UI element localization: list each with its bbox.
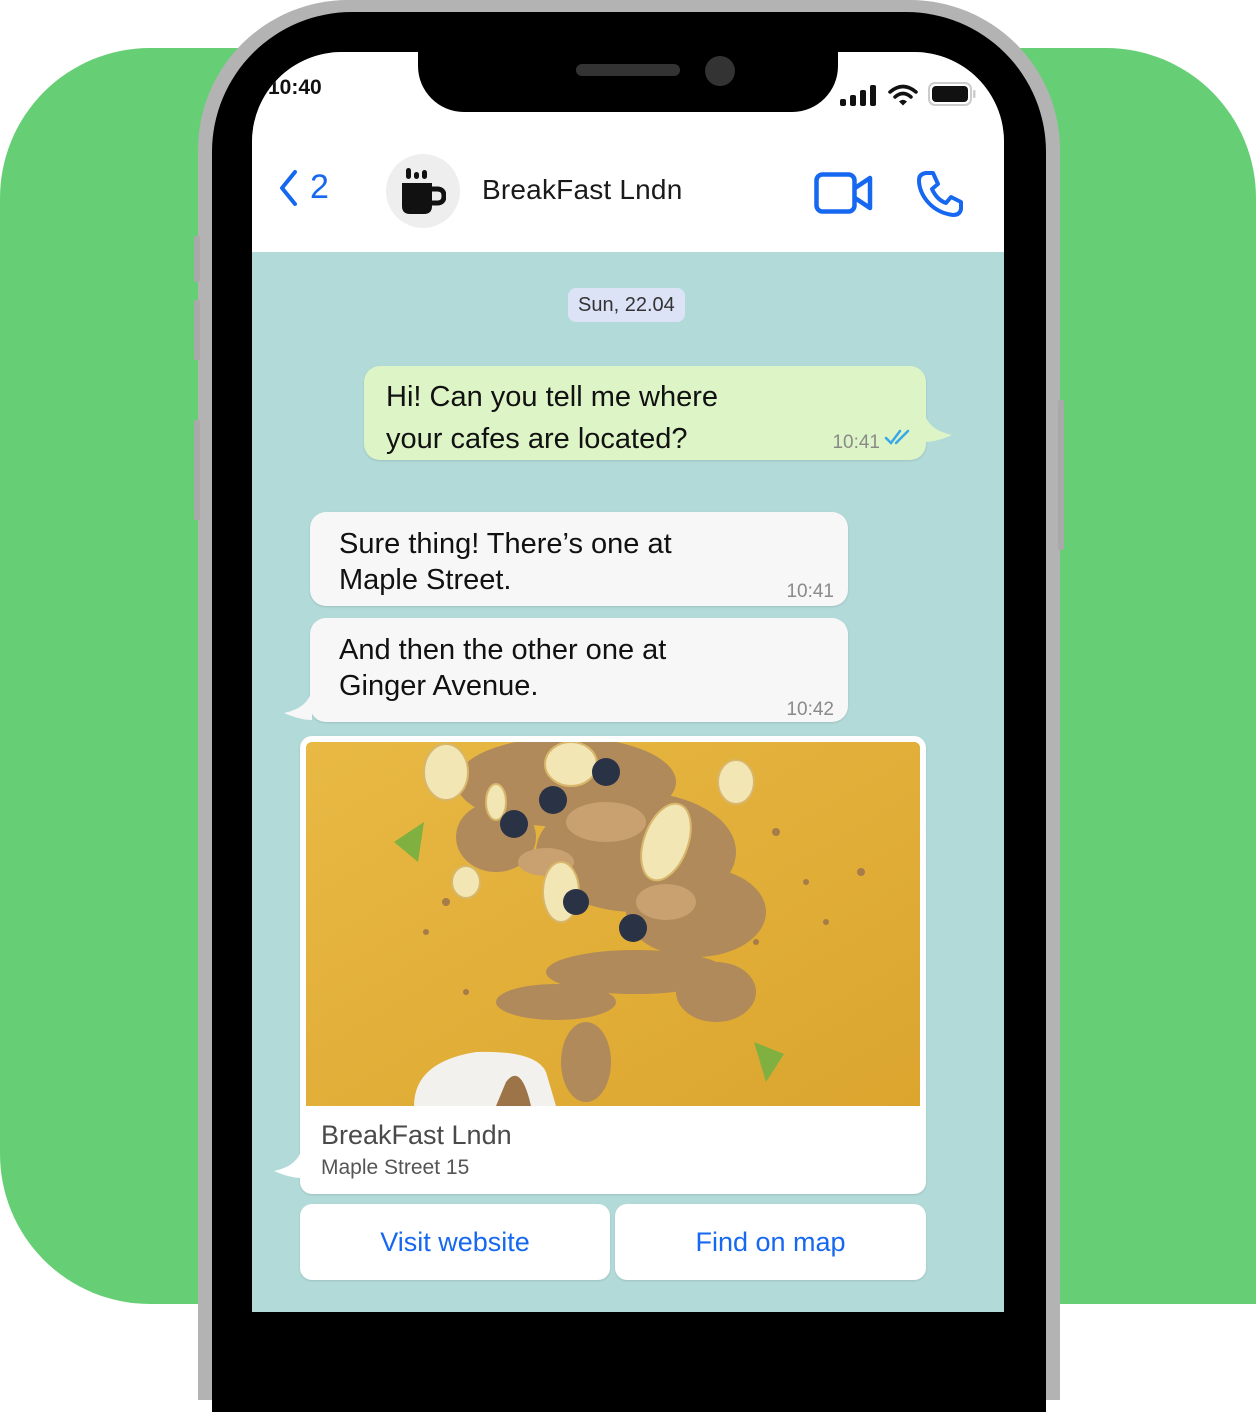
phone-side-button [194, 420, 200, 520]
chevron-left-icon [280, 169, 297, 206]
message-text: And then the other one at Ginger Avenue. [339, 634, 667, 702]
message-text: Sure thing! There’s one at Maple Street. [339, 528, 672, 596]
video-call-button[interactable] [814, 172, 874, 219]
speaker-grille [576, 64, 680, 76]
front-camera [705, 56, 735, 86]
chat-header: 10:40 2 BreakFast Lndn [252, 52, 1004, 252]
message-time: 10:41 [832, 432, 880, 453]
visit-website-button[interactable]: Visit website [300, 1204, 610, 1280]
phone-side-button [194, 300, 200, 360]
coffee-mug-icon [402, 168, 446, 214]
wifi-icon [888, 84, 918, 106]
phone-screen: 10:40 2 BreakFast Lndn Sun, 22.04 Hi! Ca… [252, 52, 1004, 1312]
incoming-message[interactable]: Sure thing! There’s one at Maple Street.… [310, 512, 848, 606]
bubble-tail [274, 1148, 302, 1178]
status-time: 10:40 [268, 76, 322, 99]
rich-card[interactable]: BreakFast Lndn Maple Street 15 [300, 736, 926, 1194]
bubble-tail [924, 412, 952, 442]
phone-icon [917, 171, 963, 217]
incoming-message[interactable]: And then the other one at Ginger Avenue.… [310, 618, 848, 722]
card-title: BreakFast Lndn [321, 1120, 512, 1150]
phone-side-button [194, 236, 200, 282]
date-separator: Sun, 22.04 [568, 288, 685, 322]
voice-call-button[interactable] [916, 170, 964, 223]
notch [418, 52, 838, 112]
message-time: 10:42 [786, 699, 834, 720]
find-on-map-button[interactable]: Find on map [615, 1204, 926, 1280]
signal-bars-icon [840, 85, 876, 106]
phone-side-button [1058, 400, 1064, 550]
card-subtitle: Maple Street 15 [321, 1156, 470, 1179]
double-check-icon [884, 429, 910, 445]
bubble-tail [284, 690, 312, 720]
nav-row: 2 BreakFast Lndn [252, 152, 1004, 232]
back-button[interactable]: 2 [278, 168, 329, 207]
contact-name[interactable]: BreakFast Lndn [482, 174, 682, 206]
battery-icon [928, 82, 976, 106]
video-camera-icon [814, 172, 873, 214]
granola-photo [306, 742, 920, 1106]
unread-count: 2 [310, 168, 329, 206]
card-image[interactable] [306, 742, 920, 1106]
message-text: Hi! Can you tell me where your cafes are… [386, 381, 719, 455]
status-icons [840, 82, 976, 106]
outgoing-message[interactable]: Hi! Can you tell me where your cafes are… [364, 366, 926, 460]
avatar[interactable] [386, 154, 460, 228]
message-time: 10:41 [786, 581, 834, 602]
